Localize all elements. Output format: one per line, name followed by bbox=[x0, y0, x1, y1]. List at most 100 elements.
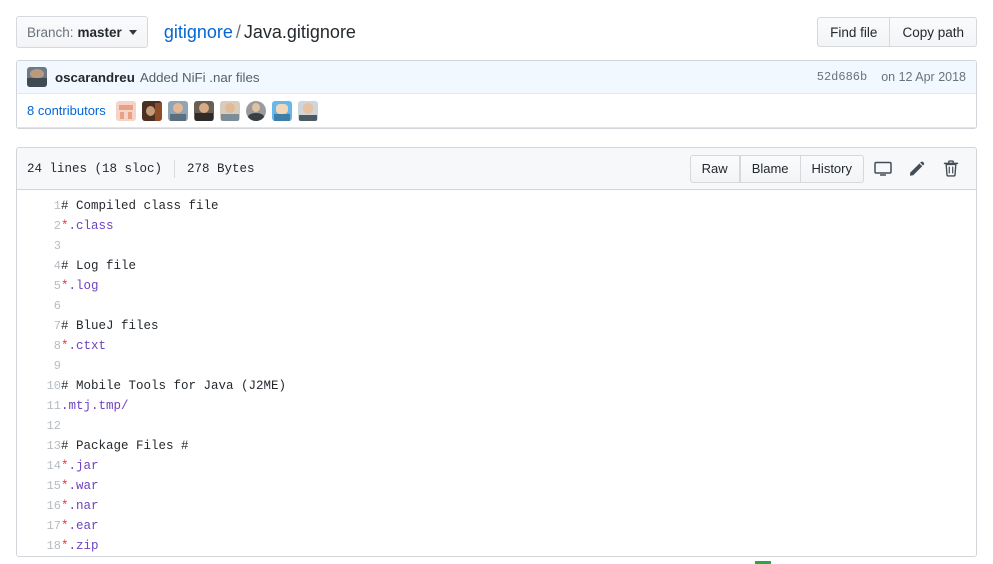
edit-file-button[interactable] bbox=[902, 155, 932, 183]
code-line-number[interactable]: 15 bbox=[17, 476, 61, 496]
code-line-number[interactable]: 8 bbox=[17, 336, 61, 356]
code-line-content: # Mobile Tools for Java (J2ME) bbox=[61, 376, 976, 396]
commit-sha-link[interactable]: 52d686b bbox=[817, 70, 867, 84]
find-file-button[interactable]: Find file bbox=[817, 17, 891, 47]
delete-file-button[interactable] bbox=[936, 155, 966, 183]
code-line-row: 9 bbox=[17, 356, 976, 376]
breadcrumb-filename: Java.gitignore bbox=[243, 22, 356, 42]
code-line-number[interactable]: 13 bbox=[17, 436, 61, 456]
breadcrumb-separator: / bbox=[235, 22, 241, 42]
copy-path-button[interactable]: Copy path bbox=[890, 17, 977, 47]
code-line-content: # Log file bbox=[61, 256, 976, 276]
code-line-content: *.zip bbox=[61, 536, 976, 556]
commit-author-link[interactable]: oscarandreu bbox=[55, 70, 135, 85]
code-token-path: .jar bbox=[68, 459, 99, 473]
raw-button[interactable]: Raw bbox=[689, 154, 740, 183]
code-line-row: 5 *.log bbox=[17, 276, 976, 296]
code-line-number[interactable]: 4 bbox=[17, 256, 61, 276]
chevron-down-icon bbox=[128, 29, 137, 35]
blame-button[interactable]: Blame bbox=[739, 154, 801, 183]
code-line-row: 13 # Package Files # bbox=[17, 436, 976, 456]
code-token-star: * bbox=[61, 539, 69, 553]
code-token-star: * bbox=[61, 499, 69, 513]
latest-commit-row: oscarandreu Added NiFi .nar files 52d686… bbox=[17, 61, 976, 94]
code-line-number[interactable]: 2 bbox=[17, 216, 61, 236]
breadcrumb-repo-link[interactable]: gitignore bbox=[164, 22, 233, 42]
breadcrumb: gitignore / Java.gitignore bbox=[164, 23, 356, 41]
github-file-view: Branch: master gitignore / Java.gitignore … bbox=[0, 0, 993, 564]
code-token-path: .ctxt bbox=[68, 339, 107, 353]
code-line-number[interactable]: 5 bbox=[17, 276, 61, 296]
code-token-path: .nar bbox=[68, 499, 99, 513]
blob-actions: Raw Blame History bbox=[689, 154, 966, 183]
code-line-number[interactable]: 1 bbox=[17, 196, 61, 216]
code-line-content: *.jar bbox=[61, 456, 976, 476]
code-line-row: 1 # Compiled class file bbox=[17, 196, 976, 216]
code-line-row: 6 bbox=[17, 296, 976, 316]
file-container: oscarandreu Added NiFi .nar files 52d686… bbox=[16, 60, 977, 129]
code-line-content: *.class bbox=[61, 216, 976, 236]
avatar[interactable] bbox=[27, 67, 47, 87]
code-line-row: 14 *.jar bbox=[17, 456, 976, 476]
contributor-avatar[interactable] bbox=[271, 100, 292, 121]
code-token-comment: # Package Files # bbox=[61, 439, 189, 453]
code-line-number[interactable]: 16 bbox=[17, 496, 61, 516]
commit-meta: 52d686b on 12 Apr 2018 bbox=[817, 70, 966, 84]
code-line-number[interactable]: 17 bbox=[17, 516, 61, 536]
raw-blame-history-group: Raw Blame History bbox=[689, 154, 864, 183]
code-line-content: # BlueJ files bbox=[61, 316, 976, 336]
code-line-row: 8 *.ctxt bbox=[17, 336, 976, 356]
code-line-row: 12 bbox=[17, 416, 976, 436]
code-line-content: .mtj.tmp/ bbox=[61, 396, 976, 416]
blob-header: 24 lines (18 sloc) 278 Bytes Raw Blame H… bbox=[17, 148, 976, 190]
code-token-star: * bbox=[61, 459, 69, 473]
history-button[interactable]: History bbox=[800, 154, 864, 183]
code-line-row: 3 bbox=[17, 236, 976, 256]
contributor-avatars bbox=[115, 100, 324, 121]
blob-info: 24 lines (18 sloc) 278 Bytes bbox=[27, 159, 255, 178]
code-line-row: 2 *.class bbox=[17, 216, 976, 236]
desktop-icon bbox=[874, 161, 892, 177]
contributor-avatar[interactable] bbox=[115, 100, 136, 121]
divider bbox=[174, 159, 176, 178]
code-line-number[interactable]: 7 bbox=[17, 316, 61, 336]
contributor-avatar[interactable] bbox=[297, 100, 318, 121]
contributor-avatar[interactable] bbox=[193, 100, 214, 121]
blob-size: 278 Bytes bbox=[187, 161, 255, 176]
contributor-avatar[interactable] bbox=[167, 100, 188, 121]
contributor-avatar[interactable] bbox=[245, 100, 266, 121]
branch-selector-value: master bbox=[77, 24, 122, 40]
code-token-path: .zip bbox=[68, 539, 99, 553]
code-line-number[interactable]: 12 bbox=[17, 416, 61, 436]
code-line-number[interactable]: 14 bbox=[17, 456, 61, 476]
code-token-path: .ear bbox=[68, 519, 99, 533]
contributors-link[interactable]: 8 contributors bbox=[27, 103, 106, 118]
code-line-row: 7 # BlueJ files bbox=[17, 316, 976, 336]
code-line-row: 4 # Log file bbox=[17, 256, 976, 276]
trash-icon bbox=[943, 160, 959, 177]
code-token-star: * bbox=[61, 519, 69, 533]
find-copy-button-group: Find file Copy path bbox=[817, 17, 977, 47]
code-line-content bbox=[61, 296, 976, 316]
blob-code: 1 # Compiled class file 2 *.class 3 4 # Log f… bbox=[17, 190, 976, 556]
code-line-number[interactable]: 11 bbox=[17, 396, 61, 416]
code-line-number[interactable]: 18 bbox=[17, 536, 61, 556]
contributor-avatar[interactable] bbox=[219, 100, 240, 121]
code-line-number[interactable]: 9 bbox=[17, 356, 61, 376]
code-token-comment: # Mobile Tools for Java (J2ME) bbox=[61, 379, 287, 393]
code-line-row: 16 *.nar bbox=[17, 496, 976, 516]
branch-selector-label: Branch: bbox=[27, 24, 74, 40]
commit-message-link[interactable]: Added NiFi .nar files bbox=[140, 70, 260, 85]
code-line-content: # Package Files # bbox=[61, 436, 976, 456]
open-in-desktop-button[interactable] bbox=[868, 155, 898, 183]
code-line-number[interactable]: 6 bbox=[17, 296, 61, 316]
code-table: 1 # Compiled class file 2 *.class 3 4 # Log f… bbox=[17, 196, 976, 556]
code-line-number[interactable]: 3 bbox=[17, 236, 61, 256]
branch-selector-button[interactable]: Branch: master bbox=[16, 16, 148, 48]
code-line-row: 17 *.ear bbox=[17, 516, 976, 536]
blob-container: 24 lines (18 sloc) 278 Bytes Raw Blame H… bbox=[16, 147, 977, 557]
code-line-content bbox=[61, 236, 976, 256]
contributor-avatar[interactable] bbox=[141, 100, 162, 121]
code-line-number[interactable]: 10 bbox=[17, 376, 61, 396]
code-line-row: 11 .mtj.tmp/ bbox=[17, 396, 976, 416]
